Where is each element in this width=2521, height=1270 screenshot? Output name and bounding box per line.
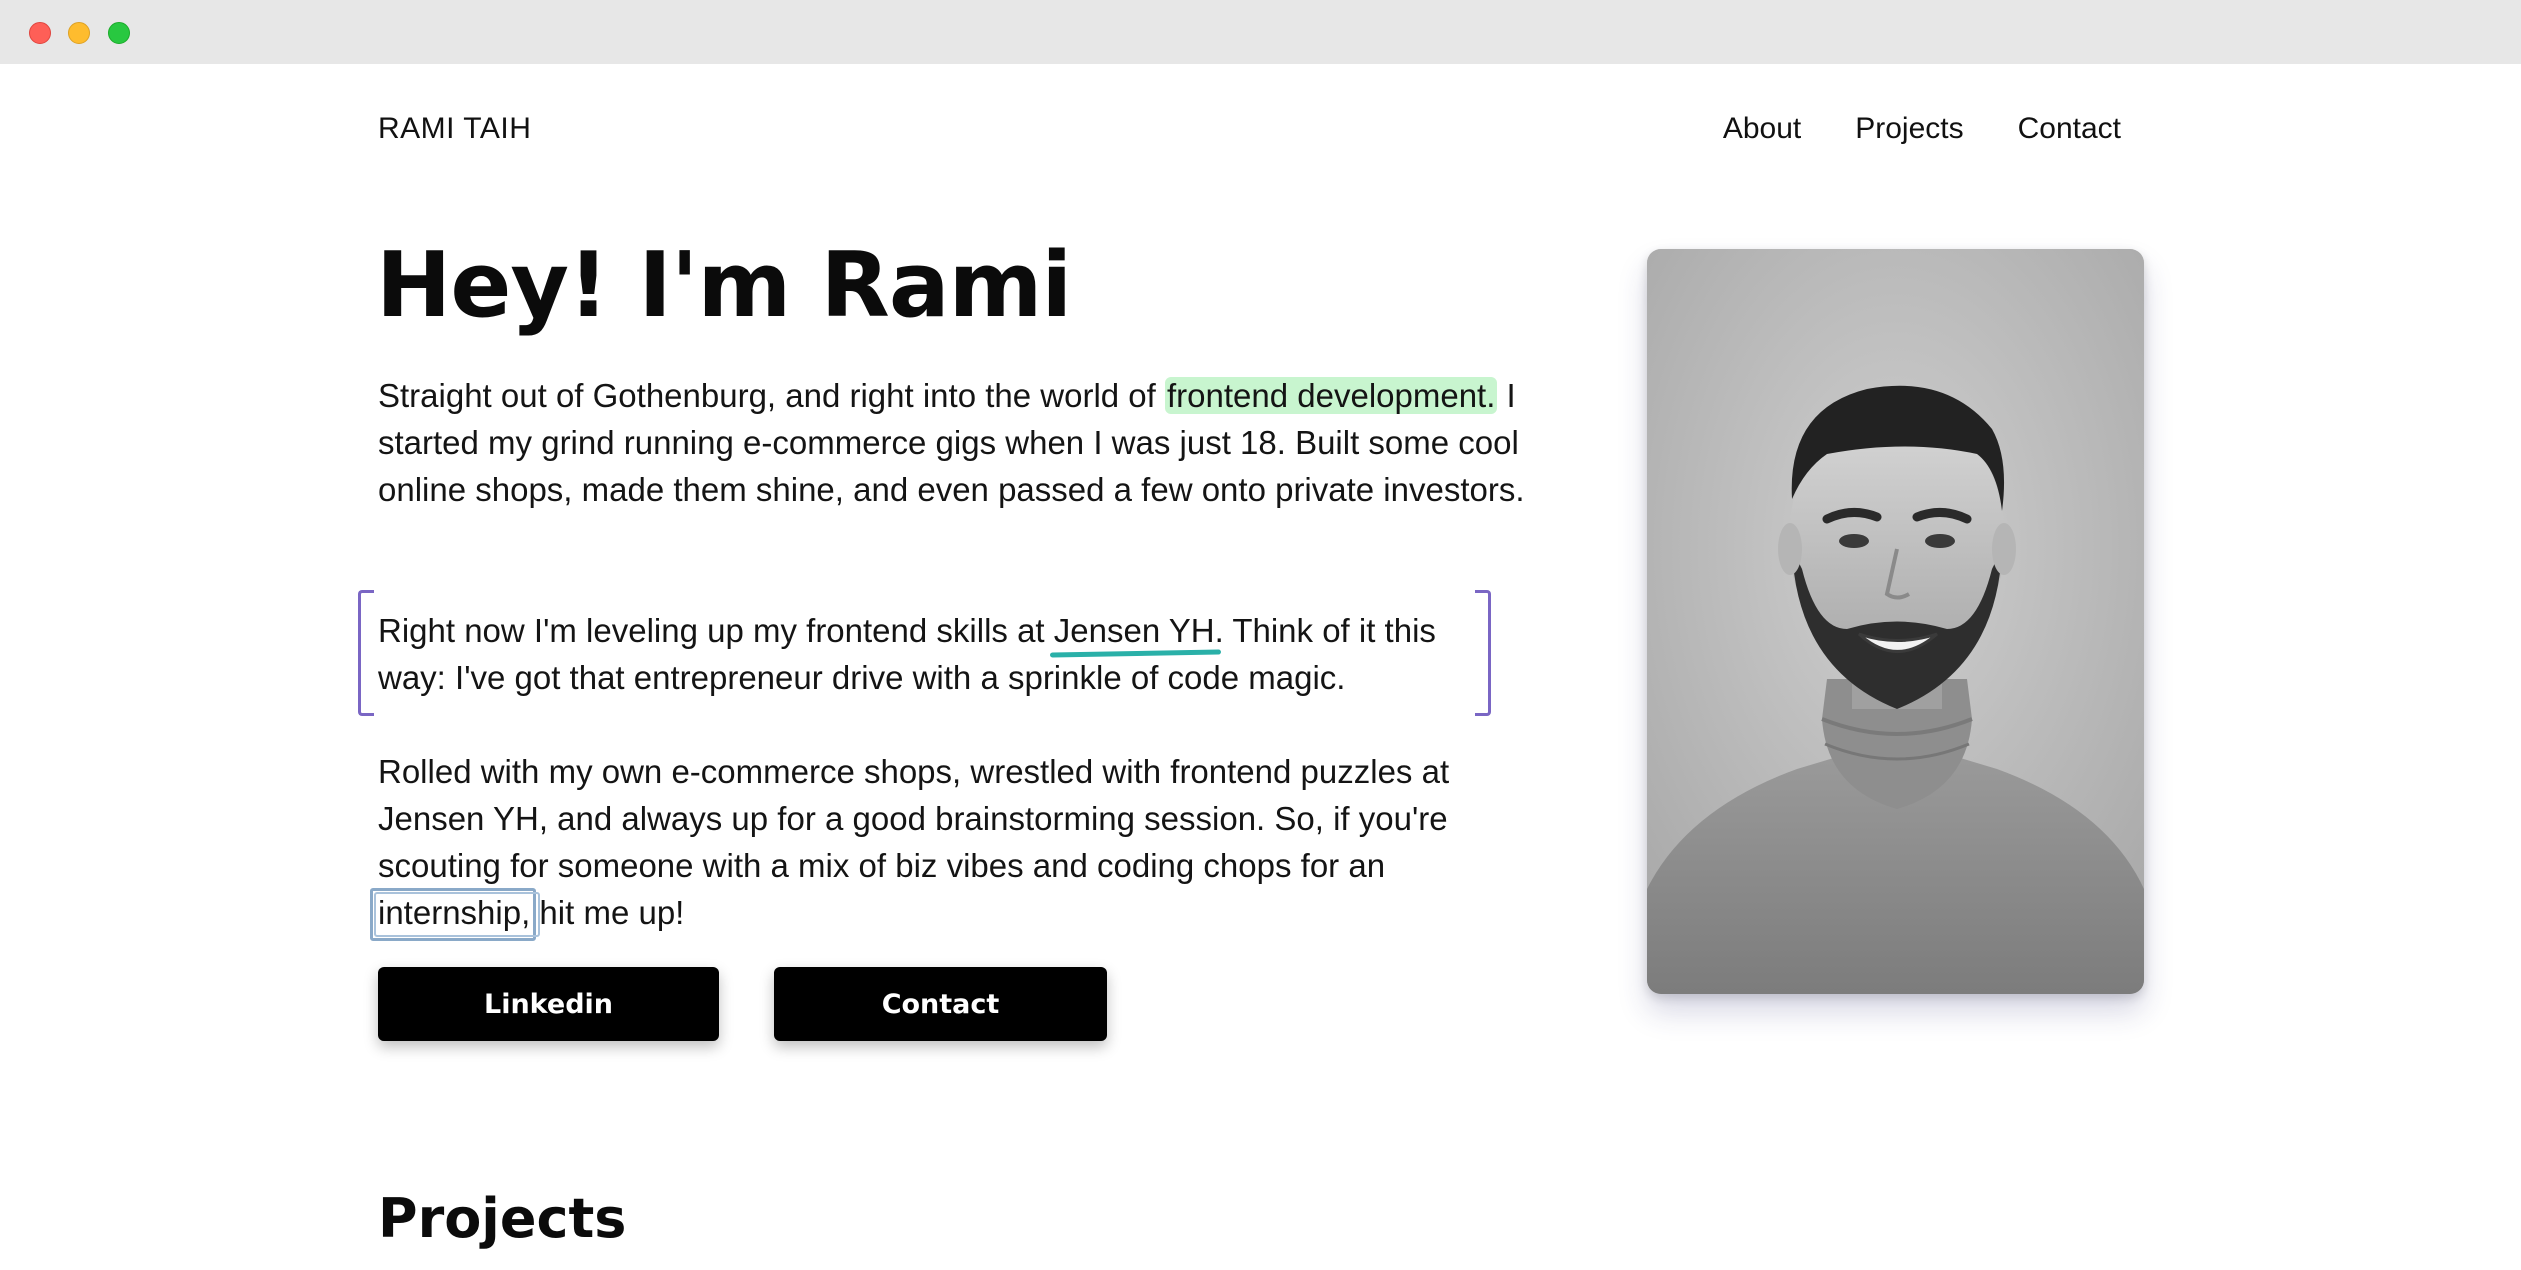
projects-section-title: Projects (378, 1187, 627, 1250)
nav-projects-link[interactable]: Projects (1855, 112, 1963, 146)
portrait-image (1647, 249, 2144, 994)
profile-portrait (1647, 249, 2144, 994)
window-titlebar (0, 0, 2521, 64)
studies-text-start: Right now I'm leveling up my frontend sk… (378, 612, 1054, 649)
contact-button[interactable]: Contact (774, 967, 1107, 1041)
linkedin-button[interactable]: Linkedin (378, 967, 719, 1041)
maximize-window-icon[interactable] (108, 22, 130, 44)
intro-text-start: Straight out of Gothenburg, and right in… (378, 377, 1165, 414)
close-window-icon[interactable] (29, 22, 51, 44)
underlined-text: Jensen YH (1053, 612, 1215, 649)
pitch-text-end: hit me up! (530, 894, 685, 931)
bracket-left-annotation (358, 590, 374, 716)
pitch-text-start: Rolled with my own e-commerce shops, wre… (378, 753, 1450, 884)
highlighted-text: frontend development. (1165, 377, 1498, 414)
nav-contact-link[interactable]: Contact (2018, 112, 2121, 146)
hero-title: Hey! I'm Rami (376, 233, 1072, 338)
pitch-paragraph: Rolled with my own e-commerce shops, wre… (378, 748, 1518, 936)
intro-paragraph: Straight out of Gothenburg, and right in… (378, 372, 1548, 513)
bracket-right-annotation (1475, 590, 1491, 716)
nav-about-link[interactable]: About (1723, 112, 1801, 146)
main-nav: About Projects Contact (1723, 112, 2121, 146)
minimize-window-icon[interactable] (68, 22, 90, 44)
current-studies-paragraph: Right now I'm leveling up my frontend sk… (378, 607, 1473, 701)
site-brand[interactable]: RAMI TAIH (378, 112, 531, 146)
boxed-text: internship, (378, 894, 531, 931)
